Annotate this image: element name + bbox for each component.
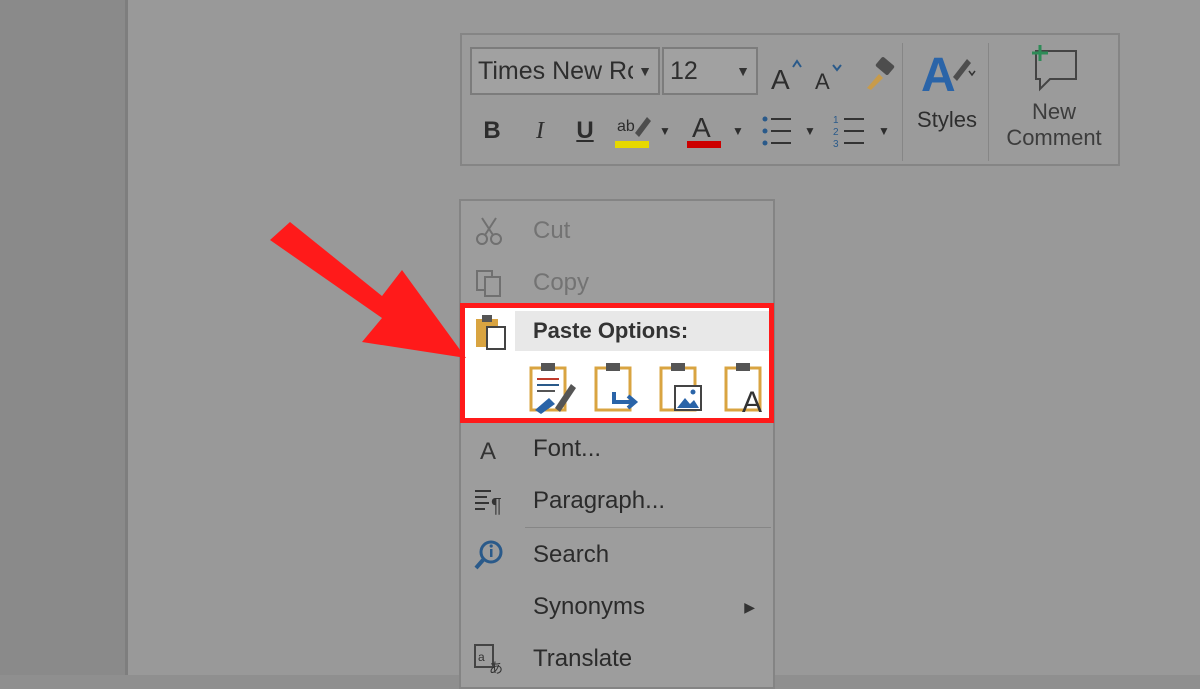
text-highlight-button[interactable]: ab: [612, 107, 654, 155]
toolbar-divider: [988, 43, 989, 161]
menu-item-translate[interactable]: a あ Translate: [461, 635, 773, 683]
svg-text:A: A: [692, 112, 711, 143]
toolbar-divider: [902, 43, 903, 161]
highlighter-icon: ab: [615, 117, 651, 148]
svg-text:A: A: [742, 386, 762, 416]
chevron-down-icon[interactable]: ▼: [802, 113, 818, 149]
mini-toolbar: Times New Rc ▼ 12 ▼ A A B I U ab ▼ A ▼ ▼…: [460, 33, 1120, 166]
menu-item-cut[interactable]: Cut: [461, 207, 773, 255]
svg-text:1: 1: [833, 115, 839, 126]
new-comment-button[interactable]: New Comment: [992, 43, 1116, 161]
menu-item-synonyms[interactable]: Synonyms ▶: [461, 583, 773, 631]
svg-text:A: A: [480, 438, 496, 464]
paste-text-only-icon: A: [724, 363, 762, 419]
menu-item-label: Cut: [533, 217, 571, 244]
search-info-icon: [471, 537, 507, 573]
underline-button[interactable]: U: [567, 111, 603, 151]
menu-item-paragraph[interactable]: ¶ Paragraph...: [461, 477, 773, 525]
menu-item-label: Paragraph...: [533, 487, 666, 514]
svg-text:A: A: [815, 69, 830, 93]
menu-item-label: Search: [533, 541, 610, 568]
styles-button[interactable]: A Styles: [908, 43, 986, 161]
styles-icon: A: [921, 49, 976, 101]
paste-keep-text-only-button[interactable]: A: [722, 360, 774, 419]
chevron-down-icon[interactable]: ▼: [876, 113, 892, 149]
menu-divider: [525, 527, 771, 528]
red-arrow-annotation: [270, 222, 466, 358]
paste-keep-source-formatting-button[interactable]: [527, 360, 579, 416]
numbered-list-icon: 1 2 3: [833, 115, 864, 150]
menu-item-search[interactable]: Search: [461, 531, 773, 579]
shrink-font-button[interactable]: A: [812, 57, 848, 95]
new-comment-icon: [1032, 45, 1077, 92]
bullets-button[interactable]: [757, 109, 797, 153]
grow-font-icon: A: [771, 59, 802, 93]
copy-icon: [471, 265, 507, 301]
paste-picture-icon: [659, 363, 702, 412]
clipboard-icon: [473, 313, 509, 353]
chevron-down-icon[interactable]: ▼: [638, 49, 652, 93]
paste-keep-formatting-icon: [529, 363, 576, 414]
font-name-value: Times New Rc: [478, 57, 633, 85]
scissors-icon: [471, 213, 507, 249]
svg-text:A: A: [771, 64, 790, 93]
menu-item-label: Translate: [533, 645, 633, 672]
font-color-icon: A: [687, 112, 721, 148]
chevron-down-icon[interactable]: ▼: [730, 113, 746, 149]
paragraph-icon: ¶: [471, 483, 507, 519]
format-painter-button[interactable]: [857, 53, 901, 95]
svg-text:あ: あ: [489, 661, 503, 675]
translate-icon: a あ: [471, 641, 507, 677]
chevron-down-icon[interactable]: ▼: [736, 49, 750, 93]
font-size-value: 12: [670, 57, 698, 85]
paste-picture-button[interactable]: [657, 360, 709, 416]
paste-options-header: Paste Options:: [515, 311, 769, 351]
svg-text:2: 2: [833, 127, 839, 138]
numbering-button[interactable]: 1 2 3: [830, 109, 870, 153]
bullet-list-icon: [762, 116, 791, 146]
menu-item-copy[interactable]: Copy: [461, 259, 773, 307]
menu-item-label: Copy: [533, 269, 590, 296]
svg-text:A: A: [921, 49, 956, 101]
format-painter-icon: [867, 57, 895, 90]
new-comment-label: New Comment: [1006, 99, 1102, 150]
font-color-button[interactable]: A: [684, 107, 726, 155]
paste-options-label: Paste Options:: [533, 318, 689, 343]
left-margin-panel: [0, 0, 128, 675]
italic-button[interactable]: I: [522, 111, 558, 151]
chevron-down-icon[interactable]: ▼: [657, 113, 673, 149]
menu-item-label: Synonyms: [533, 593, 646, 620]
font-a-icon: A: [471, 431, 507, 467]
styles-label: Styles: [917, 107, 977, 132]
menu-item-label: Font...: [533, 435, 602, 462]
paste-merge-icon: [594, 363, 639, 412]
shrink-font-icon: A: [815, 64, 842, 93]
svg-text:a: a: [478, 650, 485, 664]
font-size-combobox[interactable]: 12 ▼: [662, 47, 758, 95]
grow-font-button[interactable]: A: [767, 55, 807, 95]
svg-text:ab: ab: [617, 118, 635, 135]
paste-merge-formatting-button[interactable]: [592, 360, 644, 416]
context-menu: Cut Copy A Font... ¶ Paragraph... Search…: [459, 199, 775, 689]
menu-item-font[interactable]: A Font...: [461, 425, 773, 473]
chevron-right-icon: ▶: [744, 598, 755, 615]
svg-text:¶: ¶: [491, 495, 502, 516]
svg-text:3: 3: [833, 139, 839, 150]
font-name-combobox[interactable]: Times New Rc ▼: [470, 47, 660, 95]
bold-button[interactable]: B: [474, 111, 510, 151]
paste-options-section: Paste Options: A: [460, 303, 774, 423]
